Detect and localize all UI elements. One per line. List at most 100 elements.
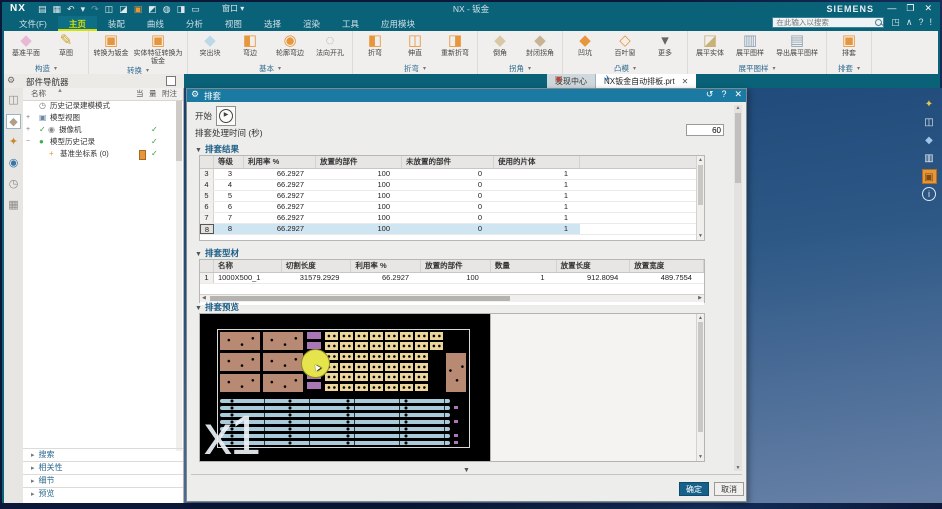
group-dialog-launcher-icon[interactable]: ▾ [146, 67, 149, 74]
table-row[interactable]: 8866.292710001 [200, 224, 704, 235]
ribbon-button-7-2[interactable]: ▥展平图样 [731, 32, 769, 58]
group-dialog-launcher-icon[interactable]: ▾ [54, 65, 57, 72]
dialog-titlebar[interactable]: ⚙ 排套 ↺ ? ✕ [187, 89, 746, 102]
expand-icon[interactable]: ◳ [891, 17, 900, 28]
constraint-navigator-icon[interactable]: ✦ [6, 135, 21, 150]
ribbon-button-3-1[interactable]: ◆突出块 [191, 32, 229, 58]
menu-tab-2[interactable]: 主页 [58, 16, 97, 31]
tree-row-2[interactable]: +▣模型视图 [23, 112, 183, 124]
datum-display-icon[interactable]: ◆ [922, 133, 937, 148]
table-row[interactable]: 11000X500_131579.292966.29271001912.8094… [200, 273, 704, 284]
ribbon-button-6-3[interactable]: ▾更多 [646, 32, 684, 58]
preview-canvas[interactable]: ▲ x1 [200, 314, 490, 461]
web-browser-icon[interactable]: ◉ [6, 156, 21, 171]
command-search-input[interactable] [772, 17, 884, 28]
menu-tab-5[interactable]: 分析 [175, 16, 214, 31]
column-header[interactable]: 等级 [214, 156, 244, 168]
navigator-scrollbar[interactable] [176, 101, 182, 451]
dialog-collapse-chevron[interactable]: ▼ [187, 467, 746, 474]
table-scrollbar[interactable]: ▲▼ [696, 156, 704, 240]
dialog-scrollbar[interactable]: ▲▼ [734, 105, 742, 471]
group-dialog-launcher-icon[interactable]: ▾ [857, 65, 860, 72]
ribbon-button-5-2[interactable]: ◆封闭拐角 [521, 32, 559, 58]
assembly-navigator-icon[interactable]: ◫ [6, 93, 21, 108]
table-hscrollbar[interactable]: ◀▶ [200, 294, 704, 302]
ribbon-button-6-2[interactable]: ◇百叶窗 [606, 32, 644, 58]
menu-tab-8[interactable]: 渲染 [292, 16, 331, 31]
preview-scrollbar[interactable]: ▲▼ [696, 314, 704, 461]
table-row[interactable]: 5566.292710001 [200, 191, 704, 202]
column-header[interactable]: 切割长度 [282, 260, 352, 272]
cancel-button[interactable]: 取消 [714, 482, 744, 496]
document-tab-2[interactable]: ✈NX钣金自动排板.prt✕ [596, 74, 696, 88]
menu-tab-7[interactable]: 选择 [253, 16, 292, 31]
column-header[interactable]: 利用率 % [244, 156, 316, 168]
clone-window-icon[interactable]: ◫ [922, 115, 937, 130]
alert-icon[interactable]: ! [929, 17, 932, 28]
dialog-reset-button[interactable]: ↺ [706, 89, 714, 100]
group-dialog-launcher-icon[interactable]: ▾ [633, 65, 636, 72]
ribbon-button-4-1[interactable]: ◧折弯 [356, 32, 394, 58]
column-header[interactable]: 放置长度 [557, 260, 631, 272]
gear-icon[interactable]: ⚙ [7, 75, 15, 86]
navigator-section-2[interactable]: ▸相关性 [23, 461, 183, 474]
column-header[interactable]: 放置的部件 [316, 156, 402, 168]
graphics-window[interactable]: ✦◫◆▥▣i ⚙ 排套 ↺ ? ✕ 开始 ▶ 排套处理时间 (秒) [184, 88, 942, 503]
part-navigator-icon[interactable]: ◆ [6, 114, 21, 129]
time-input[interactable] [686, 124, 724, 136]
hd3d-tools-icon[interactable]: ▦ [6, 198, 21, 213]
navigator-section-3[interactable]: ▸细节 [23, 474, 183, 487]
tree-row-3[interactable]: +✓◉摄像机✓ [23, 124, 183, 136]
tree-row-5[interactable]: +基准坐标系 (0)✓ [23, 148, 183, 160]
results-table[interactable]: 等级利用率 %放置的部件未放置的部件使用的片体3366.292710001446… [199, 155, 705, 241]
navigator-section-4[interactable]: ▸预览 [23, 487, 183, 500]
effects-icon[interactable]: ✦ [922, 97, 937, 112]
menu-tab-4[interactable]: 曲线 [136, 16, 175, 31]
minimize-button[interactable]: — [887, 3, 896, 14]
menu-tab-10[interactable]: 应用模块 [370, 16, 426, 31]
table-row[interactable]: 7766.292710001 [200, 213, 704, 224]
tree-expander-icon[interactable]: + [26, 112, 34, 124]
dialog-close-button[interactable]: ✕ [734, 89, 742, 100]
group-dialog-launcher-icon[interactable]: ▾ [278, 65, 281, 72]
tree-row-1[interactable]: ◷历史记录建模模式 [23, 100, 183, 112]
ribbon-button-3-3[interactable]: ◉轮廓弯边 [271, 32, 309, 58]
menu-tab-3[interactable]: 装配 [97, 16, 136, 31]
help-icon[interactable]: ? [918, 17, 923, 28]
menu-tab-1[interactable]: 文件(F) [8, 16, 58, 31]
history-palette-icon[interactable]: ◷ [6, 177, 21, 192]
column-header[interactable]: 放置宽度 [630, 260, 704, 272]
ribbon-button-4-3[interactable]: ◨重新折弯 [436, 32, 474, 58]
ribbon-button-2-2[interactable]: ▣实体特征转换为钣金 [132, 32, 184, 65]
results-section-header[interactable]: ▼排套结果 [195, 143, 239, 155]
ribbon-button-4-2[interactable]: ◫伸直 [396, 32, 434, 58]
table-row[interactable]: 3366.292710001 [200, 169, 704, 180]
group-dialog-launcher-icon[interactable]: ▾ [528, 65, 531, 72]
group-dialog-launcher-icon[interactable]: ▾ [423, 65, 426, 72]
column-header[interactable]: 未放置的部件 [402, 156, 494, 168]
group-dialog-launcher-icon[interactable]: ▾ [772, 65, 775, 72]
column-header[interactable]: 名称 [214, 260, 282, 272]
ribbon-button-3-4[interactable]: ◌法向开孔 [311, 32, 349, 58]
menu-tab-9[interactable]: 工具 [331, 16, 370, 31]
navigator-section-1[interactable]: ▸搜索 [23, 448, 183, 461]
menu-tab-6[interactable]: 视图 [214, 16, 253, 31]
profiles-table[interactable]: 名称切割长度利用率 %放置的部件数量放置长度放置宽度11000X500_1315… [199, 259, 705, 303]
dialog-help-button[interactable]: ? [721, 89, 726, 100]
ribbon-button-7-1[interactable]: ◪展平实体 [691, 32, 729, 58]
ribbon-button-8-1[interactable]: ▣排套 [830, 32, 868, 58]
profiles-section-header[interactable]: ▼排套型材 [195, 247, 239, 259]
minimize-ribbon-icon[interactable]: ∧ [906, 17, 913, 28]
nesting-panel-icon[interactable]: ▣ [922, 169, 937, 184]
preview-section-header[interactable]: ▼排套预览 [195, 301, 239, 313]
ribbon-button-7-3[interactable]: ▤导出展平图样 [771, 32, 823, 58]
document-tab-1[interactable]: ▣发现中心 [547, 74, 596, 88]
chart-panel-icon[interactable]: ▥ [922, 151, 937, 166]
maximize-button[interactable]: ❐ [906, 3, 914, 14]
table-row[interactable]: 6666.292710001 [200, 202, 704, 213]
column-header[interactable]: 放置的部件 [421, 260, 491, 272]
column-header[interactable]: 利用率 % [351, 260, 421, 272]
nesting-preview[interactable]: ▲ x1 ▲▼ [199, 313, 705, 462]
ribbon-button-1-1[interactable]: ◆基准平面 [7, 32, 45, 58]
ribbon-button-6-1[interactable]: ◆凹坑 [566, 32, 604, 58]
